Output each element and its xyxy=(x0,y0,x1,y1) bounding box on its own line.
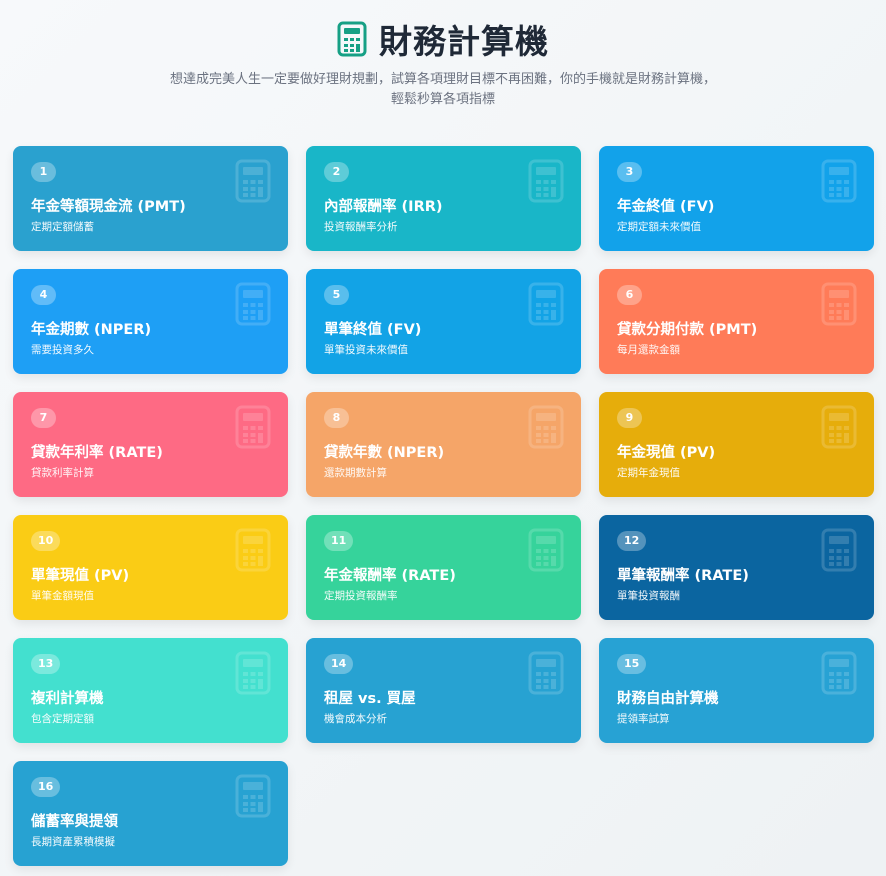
card-title: 年金報酬率 (RATE) xyxy=(324,568,456,584)
card-title: 貸款年利率 (RATE) xyxy=(31,445,163,461)
subtitle-line-1: 想達成完美人生一定要做好理財規劃，試算各項理財目標不再困難，你的手機就是財務計算… xyxy=(169,72,716,87)
card-description: 提領率試算 xyxy=(617,713,670,725)
calculator-card-5[interactable]: 5 單筆終值 (FV) 單筆投資未來價值 xyxy=(306,269,581,374)
card-description: 長期資產累積模擬 xyxy=(31,836,115,848)
calculator-card-6[interactable]: 6 貸款分期付款 (PMT) 每月還款金額 xyxy=(599,269,874,374)
card-title: 年金等額現金流 (PMT) xyxy=(31,199,186,215)
card-title: 貸款年數 (NPER) xyxy=(324,445,445,461)
calculator-card-8[interactable]: 8 貸款年數 (NPER) 還款期數計算 xyxy=(306,392,581,497)
calculator-icon xyxy=(528,159,564,203)
card-number-badge: 10 xyxy=(31,531,61,551)
card-title: 年金期數 (NPER) xyxy=(31,322,152,338)
card-description: 需要投資多久 xyxy=(31,344,94,356)
card-number-badge: 7 xyxy=(31,408,56,428)
page-subtitle: 想達成完美人生一定要做好理財規劃，試算各項理財目標不再困難，你的手機就是財務計算… xyxy=(120,70,766,110)
card-title: 單筆報酬率 (RATE) xyxy=(617,568,749,584)
card-description: 定期年金現值 xyxy=(617,467,680,479)
calculator-card-7[interactable]: 7 貸款年利率 (RATE) 貸款利率計算 xyxy=(13,392,288,497)
card-number-badge: 2 xyxy=(324,162,349,182)
card-title: 年金終值 (FV) xyxy=(617,199,715,215)
card-number-badge: 14 xyxy=(324,654,354,674)
calculator-icon xyxy=(528,528,564,572)
card-number-badge: 6 xyxy=(617,285,642,305)
card-description: 貸款利率計算 xyxy=(31,467,94,479)
card-description: 投資報酬率分析 xyxy=(324,221,398,233)
calculator-card-12[interactable]: 12 單筆報酬率 (RATE) 單筆投資報酬 xyxy=(599,515,874,620)
calculator-grid: 1 年金等額現金流 (PMT) 定期定額儲蓄 2 內部報酬率 (IRR) 投資報… xyxy=(13,146,874,866)
calculator-card-9[interactable]: 9 年金現值 (PV) 定期年金現值 xyxy=(599,392,874,497)
card-title: 儲蓄率與提領 xyxy=(31,814,118,830)
card-number-badge: 16 xyxy=(31,777,61,797)
card-title: 複利計算機 xyxy=(31,691,104,707)
card-description: 包含定期定額 xyxy=(31,713,94,725)
card-number-badge: 9 xyxy=(617,408,642,428)
card-number-badge: 13 xyxy=(31,654,61,674)
calculator-icon xyxy=(821,405,857,449)
card-title: 內部報酬率 (IRR) xyxy=(324,199,443,215)
card-number-badge: 8 xyxy=(324,408,349,428)
card-title: 貸款分期付款 (PMT) xyxy=(617,322,758,338)
calculator-icon xyxy=(235,774,271,818)
calculator-icon xyxy=(235,651,271,695)
card-title: 單筆終值 (FV) xyxy=(324,322,422,338)
page-title: 財務計算機 xyxy=(379,22,549,61)
card-description: 定期定額儲蓄 xyxy=(31,221,94,233)
card-title: 租屋 vs. 買屋 xyxy=(324,691,416,707)
card-title: 年金現值 (PV) xyxy=(617,445,716,461)
calculator-card-3[interactable]: 3 年金終值 (FV) 定期定額未來價值 xyxy=(599,146,874,251)
calculator-card-2[interactable]: 2 內部報酬率 (IRR) 投資報酬率分析 xyxy=(306,146,581,251)
card-number-badge: 5 xyxy=(324,285,349,305)
calculator-card-15[interactable]: 15 財務自由計算機 提領率試算 xyxy=(599,638,874,743)
card-description: 定期投資報酬率 xyxy=(324,590,398,602)
card-description: 單筆投資報酬 xyxy=(617,590,680,602)
card-number-badge: 12 xyxy=(617,531,647,551)
page-header: 財務計算機 想達成完美人生一定要做好理財規劃，試算各項理財目標不再困難，你的手機… xyxy=(0,0,886,120)
calculator-icon xyxy=(821,651,857,695)
calculator-icon xyxy=(528,282,564,326)
calculator-icon xyxy=(235,405,271,449)
calculator-card-4[interactable]: 4 年金期數 (NPER) 需要投資多久 xyxy=(13,269,288,374)
card-description: 還款期數計算 xyxy=(324,467,387,479)
calculator-icon xyxy=(235,282,271,326)
card-number-badge: 3 xyxy=(617,162,642,182)
card-number-badge: 15 xyxy=(617,654,647,674)
card-number-badge: 11 xyxy=(324,531,354,551)
calculator-icon xyxy=(528,405,564,449)
card-description: 每月還款金額 xyxy=(617,344,680,356)
card-description: 單筆金額現值 xyxy=(31,590,94,602)
card-title: 財務自由計算機 xyxy=(617,691,719,707)
card-description: 定期定額未來價值 xyxy=(617,221,701,233)
calculator-card-13[interactable]: 13 複利計算機 包含定期定額 xyxy=(13,638,288,743)
calculator-icon xyxy=(821,528,857,572)
card-number-badge: 1 xyxy=(31,162,56,182)
card-description: 單筆投資未來價值 xyxy=(324,344,408,356)
calculator-card-16[interactable]: 16 儲蓄率與提領 長期資產累積模擬 xyxy=(13,761,288,866)
calculator-icon xyxy=(337,21,367,57)
card-description: 機會成本分析 xyxy=(324,713,387,725)
calculator-card-14[interactable]: 14 租屋 vs. 買屋 機會成本分析 xyxy=(306,638,581,743)
calculator-icon xyxy=(235,159,271,203)
calculator-icon xyxy=(821,282,857,326)
calculator-icon xyxy=(235,528,271,572)
card-title: 單筆現值 (PV) xyxy=(31,568,130,584)
title-row: 財務計算機 xyxy=(0,18,886,61)
calculator-card-10[interactable]: 10 單筆現值 (PV) 單筆金額現值 xyxy=(13,515,288,620)
calculator-card-1[interactable]: 1 年金等額現金流 (PMT) 定期定額儲蓄 xyxy=(13,146,288,251)
card-number-badge: 4 xyxy=(31,285,56,305)
calculator-icon xyxy=(821,159,857,203)
calculator-icon xyxy=(528,651,564,695)
subtitle-line-2: 輕鬆秒算各項指標 xyxy=(390,92,495,107)
calculator-card-11[interactable]: 11 年金報酬率 (RATE) 定期投資報酬率 xyxy=(306,515,581,620)
